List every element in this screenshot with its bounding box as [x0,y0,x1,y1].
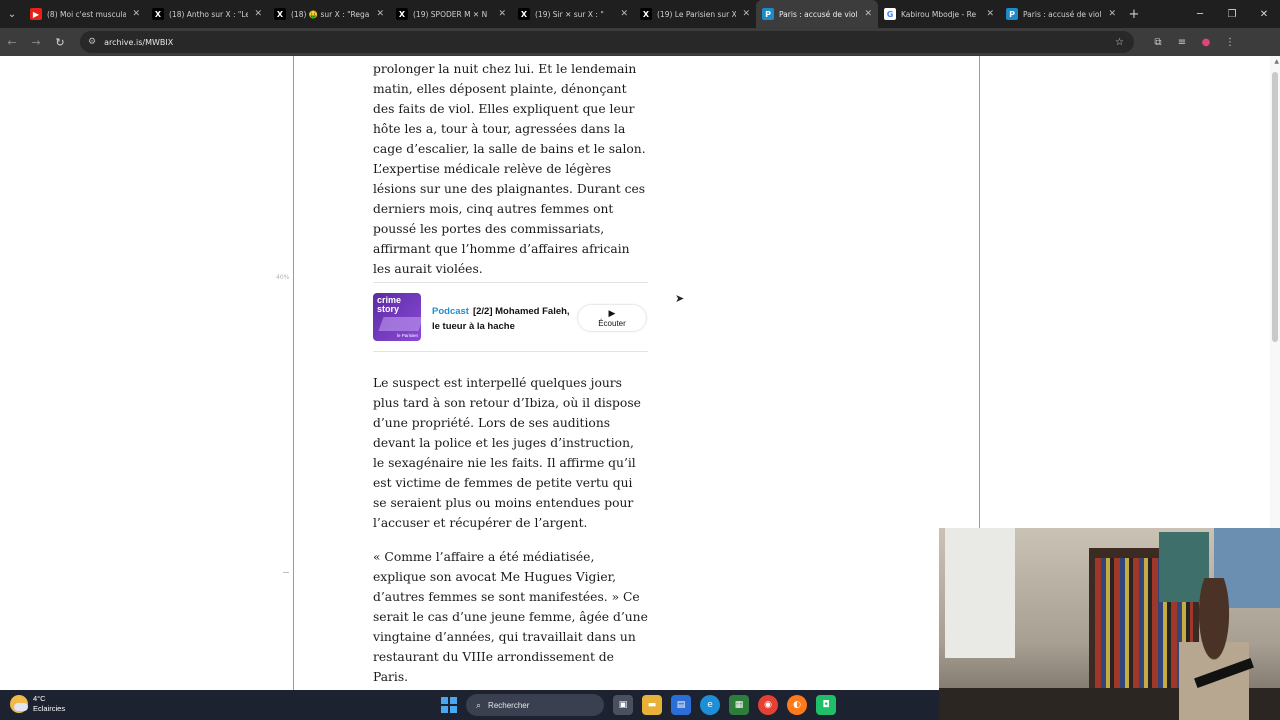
media-controls-icon[interactable]: ≡ [1170,31,1194,53]
browser-tab[interactable]: G Kabirou Mbodje - Re ✕ [878,0,1000,28]
tab-title: Kabirou Mbodje - Re [901,9,977,19]
tab-title: (18) 🤑 sur X : "Rega [291,9,370,19]
start-windows-icon[interactable] [438,694,460,716]
tab-close-icon[interactable]: ✕ [620,9,628,19]
article-paragraph: « Comme l’affaire a été médiatisée, expl… [373,550,648,684]
mouse-cursor-icon: ➤ [675,292,685,305]
menu-kebab-icon[interactable]: ⋮ [1218,31,1242,53]
listen-button[interactable]: ▶ Écouter [578,305,646,331]
scrollbar-thumb[interactable] [1272,72,1278,342]
weather-condition: Eclaircies [33,704,66,713]
taskbar-search[interactable]: ⌕ Rechercher [466,694,604,716]
address-url: archive.is/MWBIX [104,37,174,47]
tab-close-icon[interactable]: ✕ [132,9,140,19]
browser-toolbar: ← → ↻ ⚙ archive.is/MWBIX ☆ ⧉ ≡ ● ⋮ [0,28,1280,56]
play-icon: ▶ [608,308,616,318]
forward-arrow-icon[interactable]: → [24,30,48,54]
parisien-icon: P [762,8,774,20]
tab-title: (19) Le Parisien sur X [657,9,737,19]
tab-search-chevron-icon[interactable]: ⌄ [0,0,24,28]
webcam-overlay [939,528,1280,720]
youtube-icon: ▶ [30,8,42,20]
x-icon: X [274,8,286,20]
obs-or-app-icon[interactable]: ◘ [816,695,836,715]
task-view-icon[interactable]: ▣ [613,695,633,715]
tab-close-icon[interactable]: ✕ [742,9,750,19]
x-icon: X [518,8,530,20]
firefox-icon[interactable]: ◐ [787,695,807,715]
back-arrow-icon[interactable]: ← [0,30,24,54]
tab-title: Paris : accusé de viol [779,9,858,19]
windows-taskbar: 4°C Eclaircies ⌕ Rechercher ▣ ▬ ▤ e ▦ ◉ … [0,690,939,720]
tab-close-icon[interactable]: ✕ [986,9,994,19]
browser-tab[interactable]: X (19) SPODER M ✕ N ✕ [390,0,512,28]
streamer [1179,578,1249,720]
browser-tab[interactable]: ▶ (8) Moi c'est muscula ✕ [24,0,146,28]
room-window [945,528,1015,658]
edge-icon[interactable]: e [700,695,720,715]
podcast-cover-image[interactable]: crime story le Parisien [373,293,421,341]
listen-button-label: Écouter [598,319,626,328]
browser-tab-strip: ⌄ ▶ (8) Moi c'est muscula ✕ X (18) Antho sur… [0,0,1280,28]
tab-title: Paris : accusé de viol [1023,9,1102,19]
tab-close-icon[interactable]: ✕ [1108,9,1116,19]
address-bar[interactable]: ⚙ archive.is/MWBIX ☆ [80,31,1134,53]
podcast-promo[interactable]: crime story le Parisien Podcast [2/2] Moha… [373,282,648,352]
podcast-tag: Podcast [432,306,469,317]
extensions-icon[interactable]: ⧉ [1146,31,1170,53]
browser-tab[interactable]: X (18) 🤑 sur X : "Rega ✕ [268,0,390,28]
store-icon[interactable]: ▤ [671,695,691,715]
new-tab-button[interactable]: + [1122,7,1146,22]
file-explorer-icon[interactable]: ▬ [642,695,662,715]
site-info-icon[interactable]: ⚙ [88,37,96,47]
weather-widget[interactable]: 4°C Eclaircies [10,694,65,714]
weather-cloud-sun-icon [10,695,28,713]
search-icon: ⌕ [476,699,482,710]
close-window-icon[interactable]: ✕ [1248,0,1280,28]
browser-tab[interactable]: P Paris : accusé de viol ✕ [1000,0,1122,28]
window-controls: ─ ❐ ✕ [1184,0,1280,28]
app-grid-icon[interactable]: ▦ [729,695,749,715]
browser-tab[interactable]: X (19) Le Parisien sur X ✕ [634,0,756,28]
scroll-percent-marker: 40% [276,274,290,281]
weather-temperature: 4°C [33,694,46,703]
tab-title: (19) Sir ✕ sur X : " [535,9,604,19]
tab-close-icon[interactable]: ✕ [376,9,384,19]
browser-tab[interactable]: P Paris : accusé de viol ✕ [756,0,878,28]
taskbar-search-label: Rechercher [488,700,530,710]
tab-close-icon[interactable]: ✕ [864,9,872,19]
side-tick-mark [283,572,289,573]
x-icon: X [640,8,652,20]
parisien-icon: P [1006,8,1018,20]
tab-close-icon[interactable]: ✕ [498,9,506,19]
tab-title: (19) SPODER M ✕ N [413,9,488,19]
bookmark-star-icon[interactable]: ☆ [1115,37,1124,48]
podcast-title-block[interactable]: Podcast [2/2] Mohamed Faleh, le tueur à l… [432,304,572,334]
article-paragraph: Le suspect est interpellé quelques jours… [373,376,641,530]
chrome-icon[interactable]: ◉ [758,695,778,715]
restore-icon[interactable]: ❐ [1216,0,1248,28]
minimize-icon[interactable]: ─ [1184,0,1216,28]
browser-tab[interactable]: X (19) Sir ✕ sur X : " ✕ [512,0,634,28]
browser-tab[interactable]: X (18) Antho sur X : "Le ✕ [146,0,268,28]
tab-title: (8) Moi c'est muscula [47,9,127,19]
article-paragraph: prolonger la nuit chez lui. Et le lendem… [373,62,646,276]
tab-title: (18) Antho sur X : "Le [169,9,249,19]
cover-text-line: story [377,304,400,314]
google-icon: G [884,8,896,20]
x-icon: X [152,8,164,20]
scroll-up-arrow-icon[interactable]: ▲ [1274,58,1279,65]
tab-close-icon[interactable]: ✕ [254,9,262,19]
reload-icon[interactable]: ↻ [48,30,72,54]
profile-avatar-icon[interactable]: ● [1194,31,1218,53]
cover-publisher: le Parisien [396,333,418,338]
x-icon: X [396,8,408,20]
